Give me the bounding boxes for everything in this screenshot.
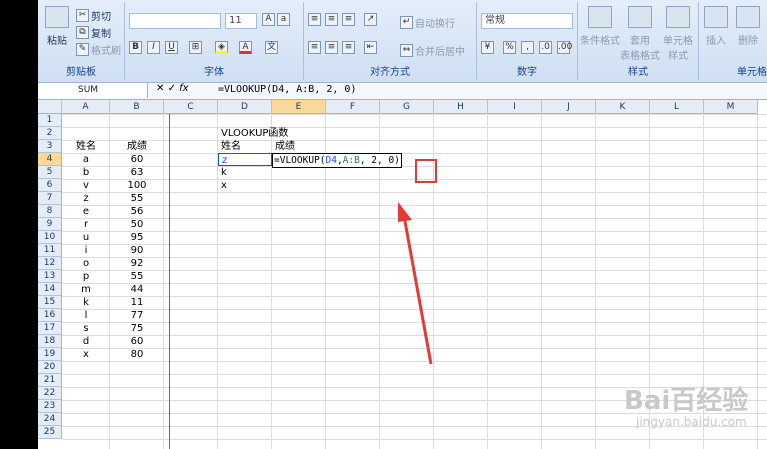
baidu-watermark: Bai百经验 — [624, 386, 749, 416]
excel-window: 粘贴 ✂ 剪切 ⧉ 复制 ✎ 格式刷 剪贴板 11 A a B I U ⊞ ◈ A 文… — [38, 0, 767, 449]
baidu-watermark-url: jingyan.baidu.com — [636, 415, 747, 429]
arrow-head — [398, 202, 412, 222]
arrow-shaft — [402, 215, 433, 365]
